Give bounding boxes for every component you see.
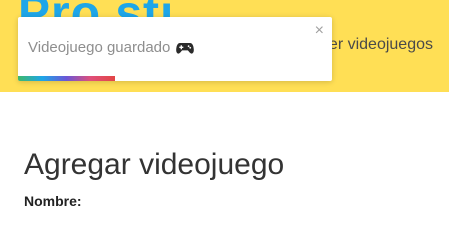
toast-message: Videojuego guardado bbox=[28, 39, 195, 56]
page: Pro.sti Ver videojuegos Videojuego guard… bbox=[0, 0, 449, 217]
toast-notification: Videojuego guardado × bbox=[18, 17, 332, 81]
gamepad-icon-svg bbox=[176, 42, 195, 54]
toast-close-button[interactable]: × bbox=[315, 23, 324, 39]
toast-message-text: Videojuego guardado bbox=[28, 39, 171, 56]
page-title: Agregar videojuego bbox=[24, 148, 285, 181]
nav-link-label: Ver videojuegos bbox=[319, 36, 433, 53]
gamepad-icon bbox=[176, 41, 195, 55]
nombre-label: Nombre: bbox=[24, 193, 82, 209]
nav-link-ver-videojuegos[interactable]: Ver videojuegos bbox=[319, 36, 433, 54]
toast-progress-bar bbox=[18, 76, 116, 81]
